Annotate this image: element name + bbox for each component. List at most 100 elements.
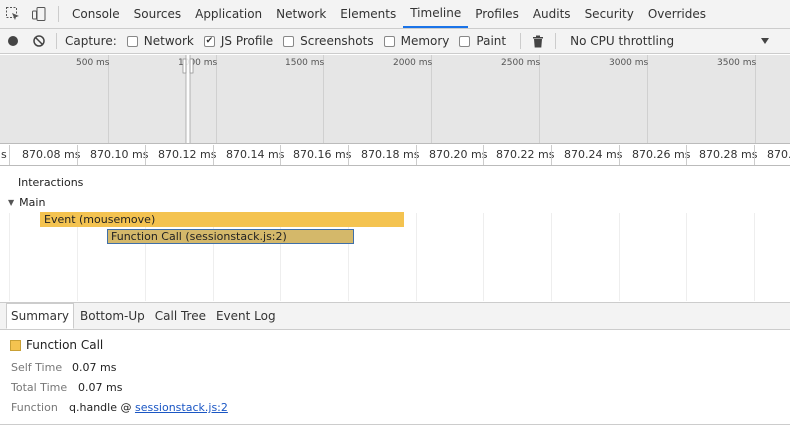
tab-bottom-up[interactable]: Bottom-Up xyxy=(76,303,149,329)
ruler-gridline xyxy=(754,145,755,165)
overview-tick-label: 3000 ms xyxy=(609,58,649,68)
timeline-toolbar: Capture: Network ✔ JS Profile Screenshot… xyxy=(0,29,790,54)
flame-gridline xyxy=(9,213,10,301)
ruler-tick-label: 870.10 ms xyxy=(90,148,149,161)
event-mousemove-bar[interactable]: Event (mousemove) xyxy=(40,212,404,227)
expand-triangle-icon: ▼ xyxy=(8,198,15,207)
ruler-tick-label: 870.22 ms xyxy=(496,148,555,161)
overview-gridline xyxy=(431,55,432,143)
overview-tick-label: 2500 ms xyxy=(501,58,541,68)
flame-gridline xyxy=(754,213,755,301)
devtools-tabbar: Console Sources Application Network Elem… xyxy=(0,0,790,29)
timeline-ruler: s 870.08 ms 870.10 ms 870.12 ms 870.14 m… xyxy=(0,145,790,166)
main-thread-label: Main xyxy=(19,196,46,209)
screenshots-checkbox[interactable]: Screenshots xyxy=(283,34,374,48)
flame-gridline xyxy=(416,213,417,301)
checkbox-label: Network xyxy=(143,34,194,48)
ruler-tick-label: 870.20 ms xyxy=(429,148,488,161)
tab-profiles[interactable]: Profiles xyxy=(468,0,526,28)
tab-call-tree[interactable]: Call Tree xyxy=(151,303,210,329)
function-call-bar[interactable]: Function Call (sessionstack.js:2) xyxy=(107,229,354,244)
ruler-gridline xyxy=(416,145,417,165)
capture-label: Capture: xyxy=(65,34,117,48)
overview-gridline xyxy=(216,55,217,143)
panel-bottom-border xyxy=(0,424,790,425)
summary-title: Function Call xyxy=(10,338,103,352)
overview-tick-label: 3500 ms xyxy=(717,58,757,68)
timeline-overview[interactable]: 500 ms 1000 ms 1500 ms 2000 ms 2500 ms 3… xyxy=(0,55,790,144)
flame-gridline xyxy=(686,213,687,301)
flame-gridline xyxy=(619,213,620,301)
checkbox-box xyxy=(459,35,471,47)
checkbox-box xyxy=(383,35,395,47)
clear-button[interactable] xyxy=(26,29,52,54)
tab-audits[interactable]: Audits xyxy=(526,0,578,28)
toolbar-separator xyxy=(56,33,57,49)
tab-network[interactable]: Network xyxy=(269,0,333,28)
overview-gridline xyxy=(108,55,109,143)
self-time-label: Self Time xyxy=(11,361,63,374)
tabbar-separator xyxy=(58,6,59,22)
flame-gridline xyxy=(551,213,552,301)
record-icon xyxy=(8,36,18,46)
ruler-gridline xyxy=(619,145,620,165)
interactions-track-label: Interactions xyxy=(18,176,84,189)
ruler-tick-label: 870.12 ms xyxy=(158,148,217,161)
ruler-gridline xyxy=(145,145,146,165)
toolbar-separator xyxy=(520,33,522,49)
tab-console[interactable]: Console xyxy=(65,0,127,28)
js-profile-checkbox[interactable]: ✔ JS Profile xyxy=(203,34,273,48)
ruler-gridline xyxy=(213,145,214,165)
record-button[interactable] xyxy=(0,29,26,54)
ruler-tick-label: 870.26 ms xyxy=(632,148,691,161)
total-time-row: Total Time 0.07 ms xyxy=(11,381,122,394)
ruler-tick-label: 870. xyxy=(767,148,790,161)
ruler-gridline xyxy=(686,145,687,165)
toolbar-separator xyxy=(555,33,557,49)
network-checkbox[interactable]: Network xyxy=(126,34,194,48)
tab-summary[interactable]: Summary xyxy=(6,303,74,329)
checkmark-icon: ✔ xyxy=(203,35,215,47)
overview-gridline xyxy=(755,55,756,143)
ruler-gridline xyxy=(9,145,10,165)
tab-security[interactable]: Security xyxy=(578,0,641,28)
function-label: Function xyxy=(11,401,58,414)
checkbox-box xyxy=(126,35,138,47)
overview-gridline xyxy=(647,55,648,143)
clear-icon xyxy=(33,35,45,47)
device-toolbar-icon[interactable] xyxy=(26,0,52,28)
inspect-element-icon[interactable] xyxy=(0,0,26,28)
tab-overrides[interactable]: Overrides xyxy=(641,0,713,28)
paint-checkbox[interactable]: Paint xyxy=(459,34,506,48)
overview-gridline xyxy=(323,55,324,143)
tab-sources[interactable]: Sources xyxy=(127,0,188,28)
checkbox-label: Memory xyxy=(400,34,450,48)
overview-gridline xyxy=(539,55,540,143)
tab-elements[interactable]: Elements xyxy=(333,0,403,28)
source-link[interactable]: sessionstack.js:2 xyxy=(135,401,228,414)
cpu-throttling-select[interactable]: No CPU throttling xyxy=(570,34,770,48)
self-time-value: 0.07 ms xyxy=(72,361,117,374)
memory-checkbox[interactable]: Memory xyxy=(383,34,450,48)
ruler-gridline xyxy=(483,145,484,165)
summary-title-text: Function Call xyxy=(26,338,104,352)
checkbox-label: Screenshots xyxy=(300,34,374,48)
garbage-collect-button[interactable] xyxy=(525,29,551,54)
ruler-tick-label: 870.16 ms xyxy=(293,148,352,161)
ruler-gridline xyxy=(280,145,281,165)
details-tabbar: Summary Bottom-Up Call Tree Event Log xyxy=(0,302,790,330)
ruler-gridline xyxy=(348,145,349,165)
self-time-row: Self Time 0.07 ms xyxy=(11,361,116,374)
window-resizer-icon[interactable] xyxy=(182,55,194,144)
checkbox-label: Paint xyxy=(476,34,507,48)
checkbox-box xyxy=(283,35,295,47)
flame-chart[interactable]: Interactions ▼ Main Event (mousemove) Fu… xyxy=(0,167,790,301)
tab-timeline[interactable]: Timeline xyxy=(403,0,469,28)
ruler-tick-label: 870.24 ms xyxy=(564,148,623,161)
cpu-throttling-value: No CPU throttling xyxy=(570,34,675,48)
main-thread-toggle[interactable]: ▼ Main xyxy=(8,196,45,209)
ruler-tick-label: s xyxy=(1,148,7,161)
tab-application[interactable]: Application xyxy=(188,0,269,28)
tab-event-log[interactable]: Event Log xyxy=(212,303,280,329)
overview-tick-label: 2000 ms xyxy=(393,58,433,68)
